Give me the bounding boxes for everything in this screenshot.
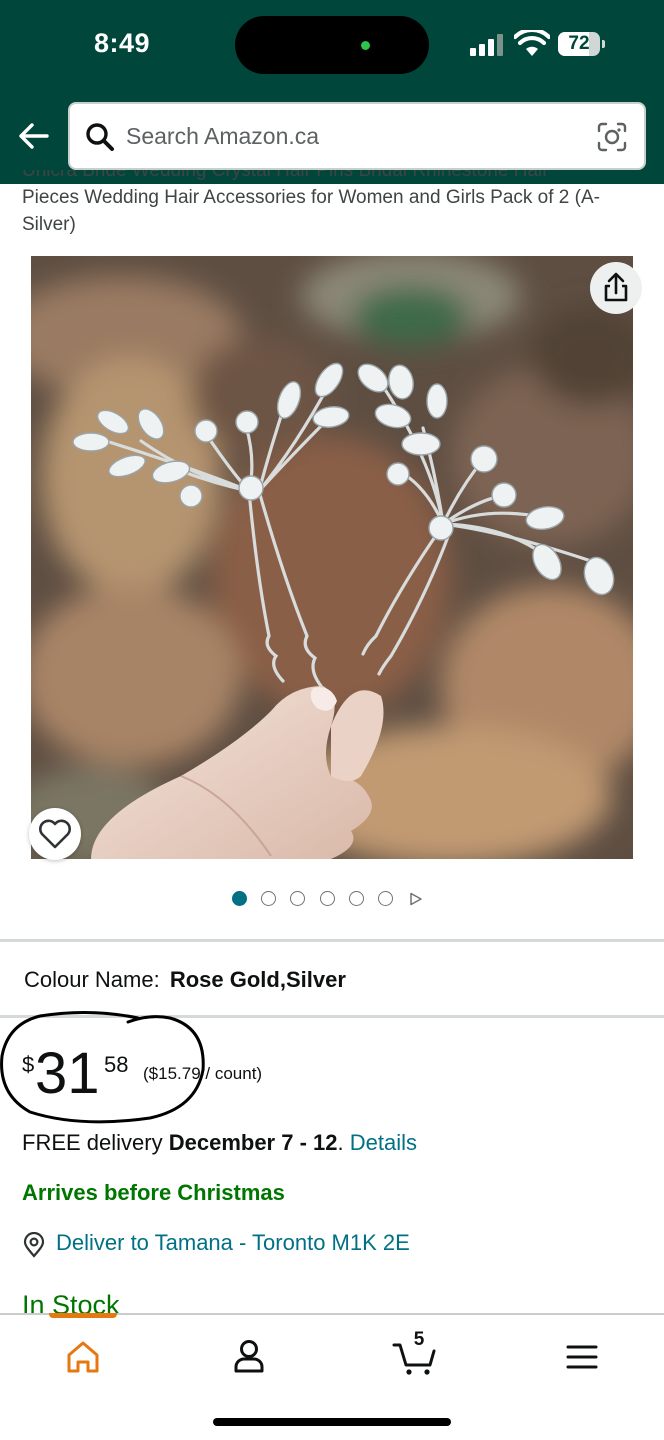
carousel-dot[interactable] <box>232 891 247 906</box>
product-title-cut-line: Unicra Bride Wedding Crystal Hair Pins B… <box>22 170 549 181</box>
share-icon <box>604 272 628 302</box>
carousel-dot[interactable] <box>378 891 393 906</box>
cart-button[interactable]: 5 <box>392 1329 440 1379</box>
colour-value: Rose Gold,Silver <box>169 967 346 992</box>
stock-status: In Stock <box>22 1290 120 1314</box>
product-title-text: Pieces Wedding Hair Accessories for Wome… <box>22 187 600 235</box>
video-play-icon[interactable] <box>409 892 423 906</box>
colour-selector: Colour Name: Rose Gold,Silver <box>24 967 346 993</box>
arrival-note: Arrives before Christmas <box>22 1180 285 1205</box>
wifi-icon <box>514 30 550 56</box>
status-time: 8:49 <box>94 28 151 58</box>
section-divider <box>0 939 664 942</box>
delivery-details-link[interactable]: Details <box>350 1130 417 1155</box>
hand-drawn-circle-annotation <box>0 1010 205 1124</box>
search-bar[interactable] <box>68 102 646 170</box>
camera-lens-icon[interactable] <box>596 121 628 153</box>
home-icon[interactable] <box>59 1335 107 1379</box>
back-arrow-icon[interactable] <box>16 118 52 154</box>
dynamic-island <box>235 16 429 74</box>
battery-percent: 72 <box>568 33 590 54</box>
search-input[interactable] <box>126 118 576 154</box>
product-photo-art <box>31 256 633 859</box>
cellular-signal-icon <box>470 34 504 56</box>
wishlist-button[interactable] <box>29 808 81 860</box>
carousel-dot[interactable] <box>261 891 276 906</box>
deliver-to-text[interactable]: Deliver to Tamana - Toronto M1K 2E <box>56 1230 410 1256</box>
heart-icon <box>39 819 71 849</box>
delivery-dates: December 7 - 12 <box>168 1130 338 1155</box>
delivery-info: FREE delivery December 7 - 12. Details <box>22 1130 417 1155</box>
cart-count-badge: 5 <box>413 1329 425 1350</box>
camera-indicator <box>361 41 370 50</box>
carousel-dot[interactable] <box>320 891 335 906</box>
carousel-dot[interactable] <box>349 891 364 906</box>
home-indicator <box>213 1418 451 1426</box>
share-button[interactable] <box>590 262 642 314</box>
account-icon[interactable] <box>225 1335 273 1379</box>
search-icon <box>86 123 114 151</box>
location-pin-icon <box>23 1232 45 1258</box>
battery-icon: 72 <box>558 32 606 56</box>
carousel-dot[interactable] <box>290 891 305 906</box>
app-header: 8:49 72 <box>0 0 664 184</box>
active-tab-indicator <box>49 1313 117 1318</box>
product-title: Unicra Bride Wedding Crystal Hair Pins B… <box>22 170 638 238</box>
product-image[interactable] <box>31 256 633 859</box>
menu-icon[interactable] <box>558 1335 606 1379</box>
colour-label: Colour Name: <box>24 967 160 992</box>
